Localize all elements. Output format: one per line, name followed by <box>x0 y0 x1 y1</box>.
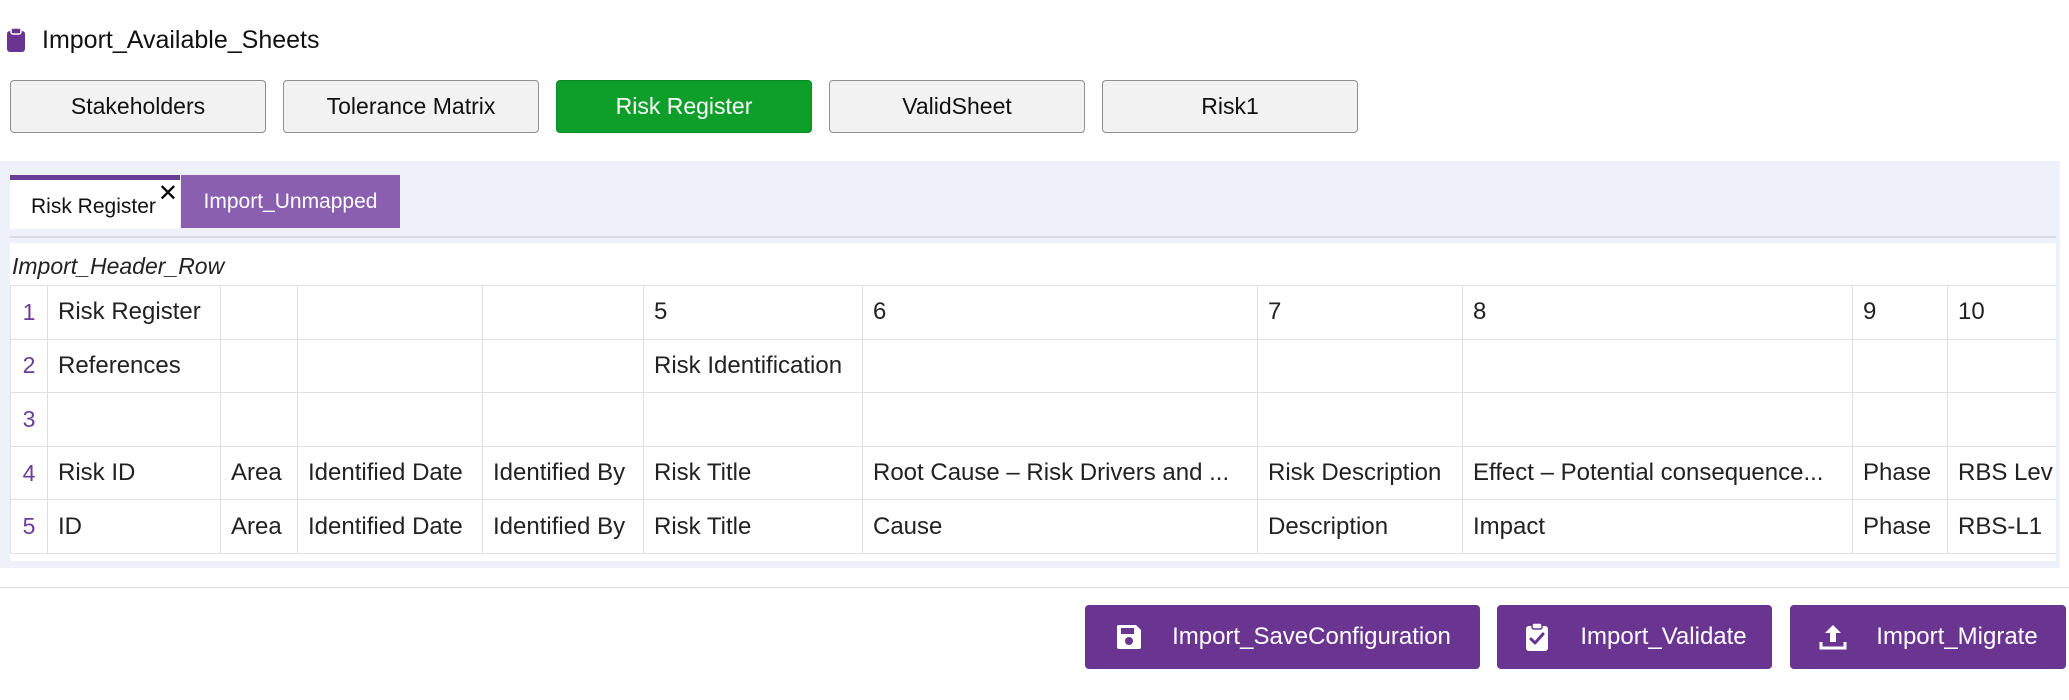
page-title: Import_Available_Sheets <box>42 25 320 54</box>
row-number: 1 <box>10 285 48 340</box>
table-cell[interactable]: Effect – Potential consequence... <box>1462 445 1853 501</box>
table-cell[interactable] <box>1947 392 2056 447</box>
tab-label: Risk Register <box>31 194 156 218</box>
table-cell[interactable]: ID <box>47 499 221 554</box>
clipboard-check-icon <box>1526 622 1549 651</box>
table-cell[interactable]: RBS Lev <box>1947 445 2056 501</box>
tab-risk-register[interactable]: Risk Register ✕ <box>10 175 180 229</box>
sheet-button-stakeholders[interactable]: Stakeholders <box>10 80 266 133</box>
table-row[interactable]: 4 Risk ID Area Identified Date Identifie… <box>10 445 2056 501</box>
grid-table: 1 Risk Register 5 6 7 8 9 10 2 Reference… <box>10 285 2056 554</box>
table-cell[interactable]: Root Cause – Risk Drivers and ... <box>862 445 1258 501</box>
row-number: 3 <box>10 392 48 447</box>
table-cell[interactable]: Identified By <box>482 445 644 501</box>
divider <box>0 587 2069 588</box>
table-cell[interactable] <box>1462 338 1853 394</box>
table-cell[interactable]: Risk ID <box>47 445 221 501</box>
table-cell[interactable]: Identified By <box>482 499 644 554</box>
validate-label: Import_Validate <box>1580 623 1747 650</box>
save-configuration-label: Import_SaveConfiguration <box>1172 623 1451 650</box>
table-cell[interactable] <box>862 392 1258 447</box>
table-cell[interactable]: RBS-L1 <box>1947 499 2056 554</box>
table-cell[interactable] <box>1462 392 1853 447</box>
table-row[interactable]: 3 <box>10 392 2056 447</box>
table-cell[interactable]: Phase <box>1852 445 1948 501</box>
table-cell[interactable]: Cause <box>862 499 1258 554</box>
table-cell[interactable]: Risk Title <box>643 499 863 554</box>
sheet-panel: Risk Register ✕ Import_Unmapped Import_H… <box>0 161 2060 568</box>
table-cell[interactable]: Identified Date <box>297 499 483 554</box>
table-cell[interactable]: 7 <box>1257 285 1463 340</box>
data-grid: Import_Header_Row 1 Risk Register 5 6 7 … <box>10 243 2056 561</box>
table-cell[interactable]: Identified Date <box>297 445 483 501</box>
sheet-buttons: Stakeholders Tolerance Matrix Risk Regis… <box>10 80 1358 133</box>
table-cell[interactable]: 6 <box>862 285 1258 340</box>
page-header: Import_Available_Sheets <box>6 22 320 58</box>
table-cell[interactable]: Description <box>1257 499 1463 554</box>
table-cell[interactable] <box>1257 338 1463 394</box>
table-cell[interactable] <box>482 285 644 340</box>
table-cell[interactable]: 5 <box>643 285 863 340</box>
row-number: 2 <box>10 338 48 394</box>
table-cell[interactable] <box>297 285 483 340</box>
sheet-button-validsheet[interactable]: ValidSheet <box>829 80 1085 133</box>
sheet-button-tolerance-matrix[interactable]: Tolerance Matrix <box>283 80 539 133</box>
save-configuration-button[interactable]: Import_SaveConfiguration <box>1085 605 1480 669</box>
table-cell[interactable]: Risk Identification <box>643 338 863 394</box>
table-cell[interactable]: Risk Register <box>47 285 221 340</box>
table-cell[interactable] <box>297 392 483 447</box>
row-number: 5 <box>10 499 48 554</box>
table-cell[interactable] <box>297 338 483 394</box>
row-number: 4 <box>10 445 48 501</box>
table-cell[interactable]: 10 <box>1947 285 2056 340</box>
table-row[interactable]: 1 Risk Register 5 6 7 8 9 10 <box>10 285 2056 340</box>
header-row-label: Import_Header_Row <box>12 253 225 279</box>
table-cell[interactable]: Phase <box>1852 499 1948 554</box>
table-cell[interactable] <box>1852 392 1948 447</box>
table-cell[interactable]: Area <box>220 445 298 501</box>
sheet-button-risk-register[interactable]: Risk Register <box>556 80 812 133</box>
table-cell[interactable]: References <box>47 338 221 394</box>
save-icon <box>1117 625 1142 649</box>
table-cell[interactable] <box>220 285 298 340</box>
table-cell[interactable] <box>482 338 644 394</box>
table-cell[interactable] <box>220 392 298 447</box>
table-cell[interactable] <box>47 392 221 447</box>
sheet-button-risk1[interactable]: Risk1 <box>1102 80 1358 133</box>
table-cell[interactable] <box>220 338 298 394</box>
sheet-tabs: Risk Register ✕ Import_Unmapped <box>10 175 400 229</box>
table-cell[interactable]: Risk Title <box>643 445 863 501</box>
table-cell[interactable] <box>1257 392 1463 447</box>
table-cell[interactable] <box>1852 338 1948 394</box>
tab-import-unmapped[interactable]: Import_Unmapped <box>181 175 400 228</box>
table-cell[interactable] <box>862 338 1258 394</box>
table-cell[interactable] <box>643 392 863 447</box>
table-cell[interactable] <box>1947 338 2056 394</box>
table-cell[interactable]: Risk Description <box>1257 445 1463 501</box>
migrate-label: Import_Migrate <box>1876 623 2038 650</box>
table-cell[interactable]: 9 <box>1852 285 1948 340</box>
migrate-button[interactable]: Import_Migrate <box>1790 605 2066 669</box>
divider <box>10 236 2056 238</box>
table-cell[interactable]: Area <box>220 499 298 554</box>
clipboard-icon <box>7 27 25 52</box>
table-row[interactable]: 5 ID Area Identified Date Identified By … <box>10 499 2056 554</box>
table-cell[interactable] <box>482 392 644 447</box>
table-row[interactable]: 2 References Risk Identification <box>10 338 2056 394</box>
upload-icon <box>1819 625 1847 650</box>
close-icon[interactable]: ✕ <box>158 182 178 206</box>
table-cell[interactable]: 8 <box>1462 285 1853 340</box>
table-cell[interactable]: Impact <box>1462 499 1853 554</box>
validate-button[interactable]: Import_Validate <box>1497 605 1772 669</box>
